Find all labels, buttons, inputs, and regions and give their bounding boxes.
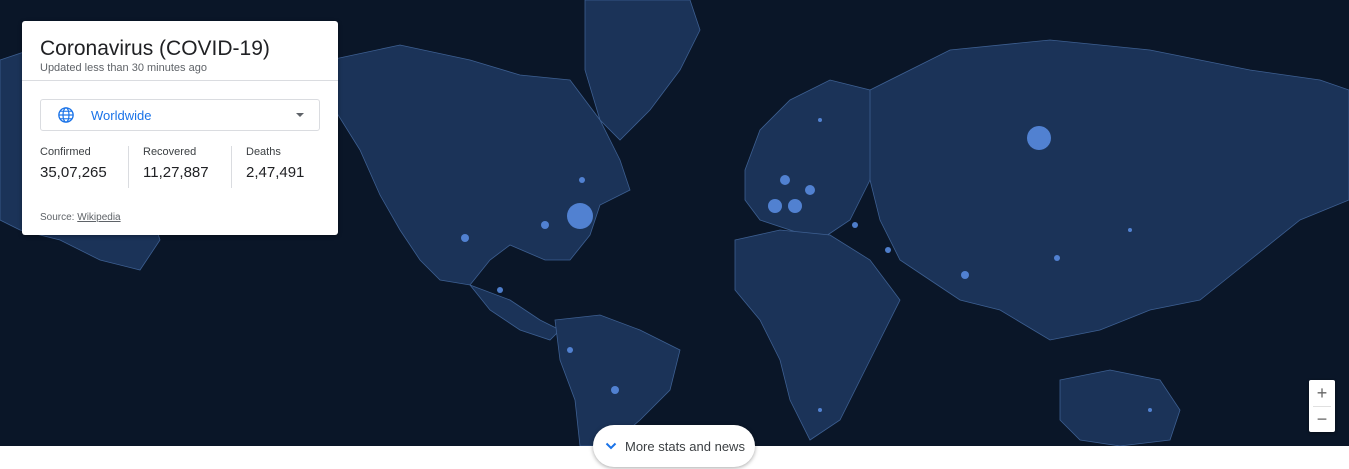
region-selected-value: Worldwide (91, 108, 152, 123)
land-north-america (329, 44, 631, 286)
land-africa (734, 229, 901, 441)
stat-value-deaths: 2,47,491 (246, 164, 305, 181)
caret-down-icon (296, 113, 304, 117)
stat-label-deaths: Deaths (246, 146, 281, 158)
case-dot-south-africa (818, 408, 822, 412)
stat-value-confirmed: 35,07,265 (40, 164, 107, 181)
case-dot-japan (1128, 228, 1132, 232)
case-dot-iran (885, 247, 891, 253)
land-central-america (468, 284, 561, 341)
globe-icon (58, 107, 74, 123)
stat-divider (231, 146, 232, 188)
case-dot-italy (788, 199, 802, 213)
case-dot-usa-west (461, 234, 469, 242)
land-europe (744, 79, 881, 241)
stat-label-recovered: Recovered (143, 146, 197, 158)
case-dot-scandinavia (818, 118, 822, 122)
zoom-controls: + − (1309, 380, 1335, 432)
zoom-out-button[interactable]: − (1309, 406, 1335, 432)
case-dot-brazil (611, 386, 619, 394)
source-prefix: Source: (40, 212, 75, 223)
stat-deaths: Deaths 2,47,491 (246, 146, 304, 188)
divider (22, 80, 338, 81)
stat-label-confirmed: Confirmed (40, 146, 91, 158)
case-dot-australia (1148, 408, 1152, 412)
wikipedia-link[interactable]: Wikipedia (77, 212, 120, 223)
more-stats-label: More stats and news (625, 439, 745, 454)
land-greenland (584, 0, 701, 141)
stat-recovered: Recovered 11,27,887 (143, 146, 209, 188)
case-dot-mexico (497, 287, 503, 293)
case-dot-china (1054, 255, 1060, 261)
case-dot-spain (768, 199, 782, 213)
land-asia (869, 39, 1349, 341)
case-dot-germany (805, 185, 815, 195)
land-australia (1059, 369, 1181, 446)
case-dot-usa-east (567, 203, 593, 229)
case-dot-turkey (852, 222, 858, 228)
page-title: Coronavirus (COVID-19) (40, 37, 270, 60)
region-dropdown[interactable]: Worldwide (40, 99, 320, 131)
zoom-in-button[interactable]: + (1309, 380, 1335, 406)
case-dot-india (961, 271, 969, 279)
stats-card: Coronavirus (COVID-19) Updated less than… (22, 21, 338, 235)
case-dot-usa-central (541, 221, 549, 229)
source-attribution: Source: Wikipedia (40, 212, 121, 223)
update-timestamp: Updated less than 30 minutes ago (40, 62, 207, 74)
case-dot-canada (579, 177, 585, 183)
stat-divider (128, 146, 129, 188)
stat-confirmed: Confirmed 35,07,265 (40, 146, 107, 188)
case-dot-uk (780, 175, 790, 185)
chevron-down-icon (605, 442, 617, 450)
more-stats-button[interactable]: More stats and news (593, 425, 755, 467)
stat-value-recovered: 11,27,887 (143, 164, 209, 181)
case-dot-peru (567, 347, 573, 353)
case-dot-russia (1027, 126, 1051, 150)
